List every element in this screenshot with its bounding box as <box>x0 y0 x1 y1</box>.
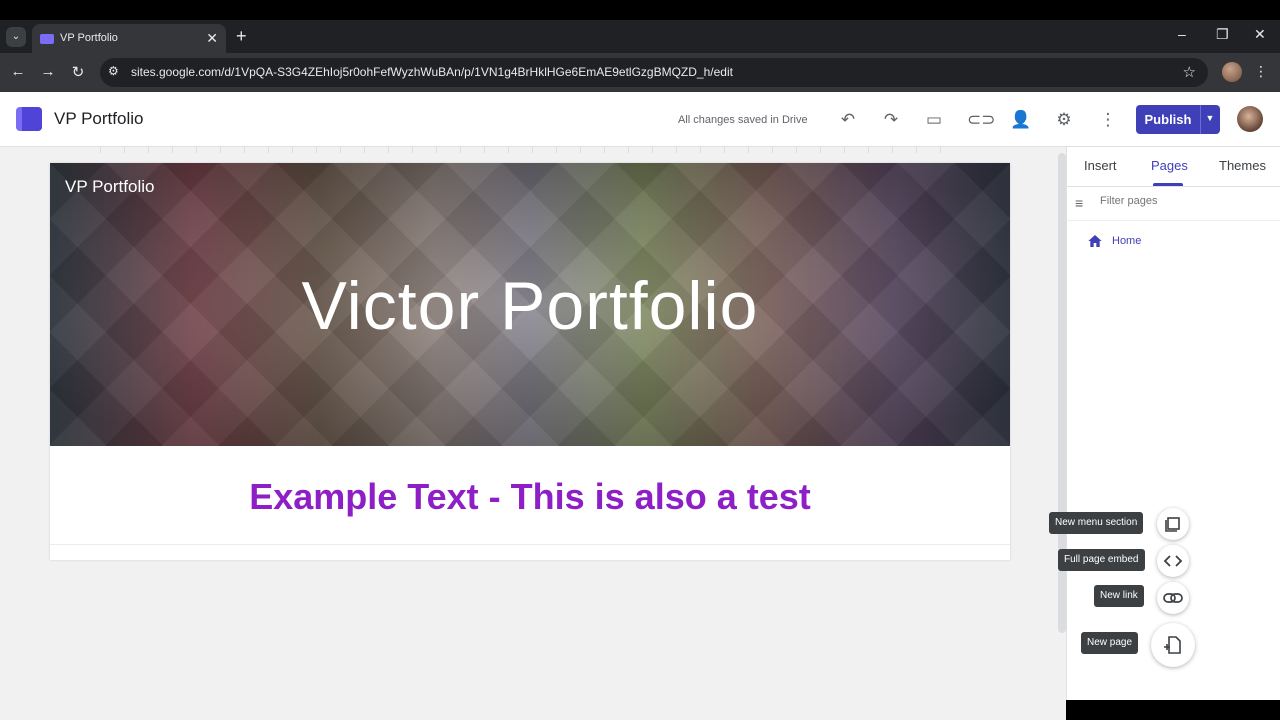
bookmark-star-icon[interactable]: ☆ <box>1183 63 1196 81</box>
hero-site-name[interactable]: VP Portfolio <box>65 177 154 197</box>
save-status: All changes saved in Drive <box>678 114 808 126</box>
tooltip-full-page-embed: Full page embed <box>1058 549 1145 571</box>
new-menu-section-button[interactable] <box>1157 508 1189 540</box>
share-icon[interactable]: 👤 <box>1010 109 1032 131</box>
minimize-icon[interactable]: – <box>1178 26 1186 42</box>
section-divider <box>50 544 1010 545</box>
text-section[interactable]: Example Text - This is also a test <box>50 446 1010 560</box>
browser-toolbar: ← → ↻ ⚙ sites.google.com/d/1VpQA-S3G4ZEh… <box>0 53 1280 92</box>
embed-code-icon <box>1163 555 1183 567</box>
hero-banner[interactable]: VP Portfolio Victor Portfolio <box>50 163 1010 446</box>
close-window-icon[interactable]: ✕ <box>1254 26 1266 43</box>
browser-profile-avatar[interactable] <box>1222 62 1242 82</box>
redo-icon[interactable]: ↷ <box>880 109 902 131</box>
side-panel: Insert Pages Themes ≡ Home <box>1066 147 1280 700</box>
tab-title: VP Portfolio <box>60 32 118 44</box>
screen-bottom-border <box>1066 700 1280 720</box>
filter-pages-input[interactable] <box>1100 195 1260 207</box>
new-page-icon <box>1164 636 1181 654</box>
editor-canvas: VP Portfolio Victor Portfolio Example Te… <box>0 147 1066 720</box>
site-page: VP Portfolio Victor Portfolio Example Te… <box>50 163 1010 560</box>
tab-themes[interactable]: Themes <box>1219 158 1266 173</box>
more-icon[interactable]: ⋮ <box>1097 109 1119 131</box>
restore-icon[interactable]: ❐ <box>1216 26 1229 43</box>
publish-button[interactable]: Publish ▼ <box>1136 105 1220 134</box>
page-item-home[interactable]: Home <box>1087 233 1267 253</box>
tooltip-new-page: New page <box>1081 632 1139 654</box>
tooltip-new-menu-section: New menu section <box>1049 512 1144 534</box>
back-icon[interactable]: ← <box>8 63 28 80</box>
new-tab-button[interactable]: + <box>236 26 247 47</box>
tab-pages[interactable]: Pages <box>1151 158 1188 173</box>
site-info-icon[interactable]: ⚙ <box>108 64 119 78</box>
canvas-ruler <box>100 147 958 153</box>
sites-favicon-icon <box>40 34 54 44</box>
browser-tab[interactable]: VP Portfolio ✕ <box>32 24 226 53</box>
sites-editor-header: VP Portfolio All changes saved in Drive … <box>0 92 1280 147</box>
filter-divider <box>1067 220 1280 221</box>
home-icon <box>1088 235 1102 247</box>
screen-top-border <box>0 0 1280 20</box>
avatar[interactable] <box>1237 106 1263 132</box>
tooltip-new-link: New link <box>1094 585 1144 607</box>
new-page-button[interactable] <box>1151 623 1195 667</box>
page-item-label[interactable]: Home <box>1112 235 1141 247</box>
full-page-embed-button[interactable] <box>1157 545 1189 577</box>
link-icon <box>1163 593 1183 603</box>
sites-logo-icon[interactable] <box>16 107 42 131</box>
tab-close-icon[interactable]: ✕ <box>206 30 218 47</box>
menu-section-icon <box>1165 517 1180 532</box>
publish-dropdown-icon[interactable]: ▼ <box>1202 113 1218 123</box>
body-text[interactable]: Example Text - This is also a test <box>50 476 1010 518</box>
tabs-divider <box>1067 186 1280 187</box>
copy-link-icon[interactable]: ⊂⊃ <box>967 109 996 131</box>
new-link-button[interactable] <box>1157 582 1189 614</box>
undo-icon[interactable]: ↶ <box>837 109 859 131</box>
tab-search-icon[interactable]: ⌄ <box>6 27 26 47</box>
preview-icon[interactable]: ▭ <box>923 109 945 131</box>
tab-insert[interactable]: Insert <box>1084 158 1117 173</box>
kebab-menu-icon[interactable]: ⋮ <box>1254 63 1268 80</box>
browser-tab-strip: ⌄ VP Portfolio ✕ + – ❐ ✕ <box>0 20 1280 53</box>
publish-label[interactable]: Publish <box>1136 112 1200 127</box>
page-title[interactable]: Victor Portfolio <box>50 267 1010 345</box>
url-text[interactable]: sites.google.com/d/1VpQA-S3G4ZEhIoj5r0oh… <box>131 65 733 79</box>
publish-divider <box>1200 105 1201 134</box>
site-name[interactable]: VP Portfolio <box>54 109 143 129</box>
reload-icon[interactable]: ↻ <box>68 63 88 81</box>
screen: ⌄ VP Portfolio ✕ + – ❐ ✕ ← → ↻ ⚙ sites.g… <box>0 0 1280 720</box>
forward-icon[interactable]: → <box>38 63 58 80</box>
filter-icon: ≡ <box>1075 195 1084 211</box>
settings-icon[interactable]: ⚙ <box>1053 109 1075 131</box>
address-bar[interactable]: ⚙ sites.google.com/d/1VpQA-S3G4ZEhIoj5r0… <box>100 58 1208 87</box>
